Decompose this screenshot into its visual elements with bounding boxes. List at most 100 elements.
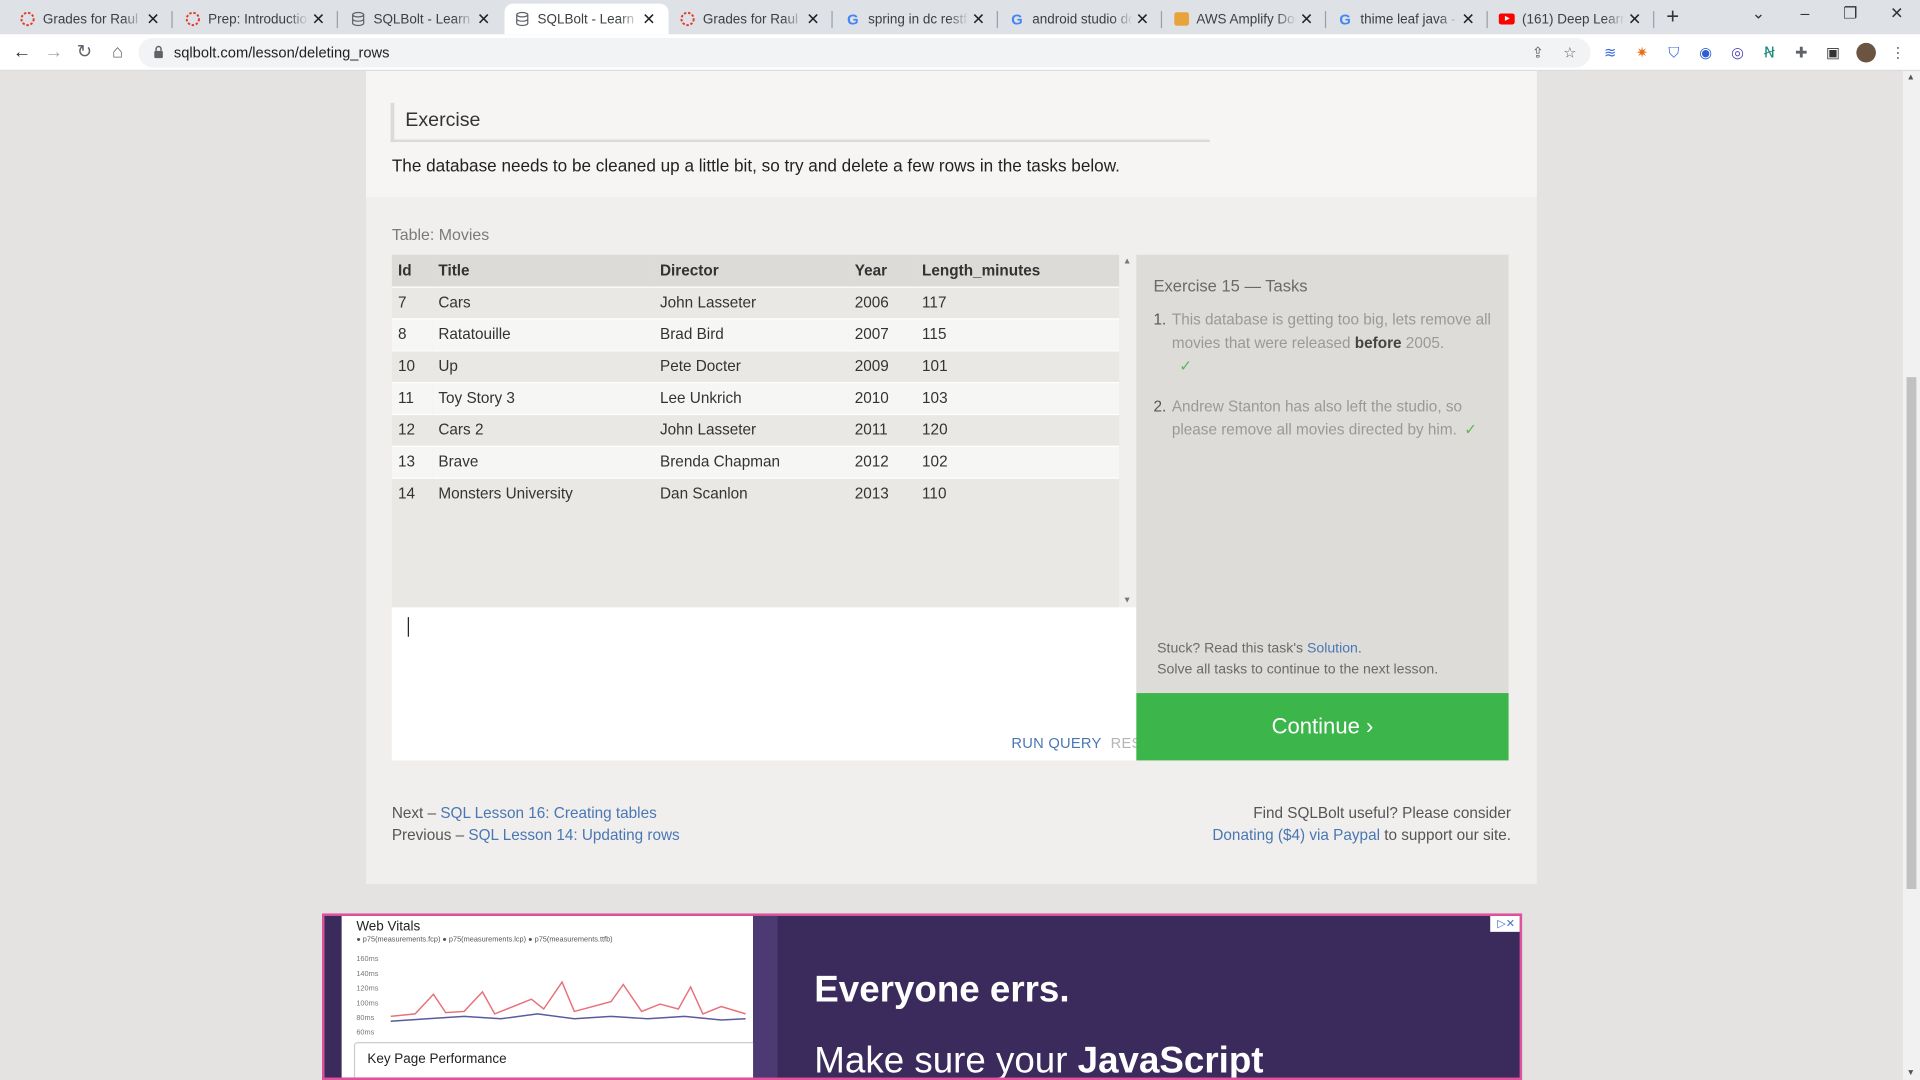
- minimize-icon[interactable]: –: [1787, 4, 1824, 22]
- table-cell: 2006: [848, 285, 916, 319]
- column-header: Id: [391, 254, 433, 287]
- task-number: 2.: [1153, 397, 1167, 416]
- column-header: Length_minutes: [915, 254, 1120, 287]
- back-icon[interactable]: ←: [10, 40, 34, 64]
- continue-button[interactable]: Continue ›: [1136, 693, 1509, 761]
- extension-sparkle-icon[interactable]: ✷: [1632, 43, 1652, 63]
- browser-tab[interactable]: Gspring in dc restful ✕: [835, 4, 998, 35]
- results-table-pane[interactable]: Id Title Director Year Length_minutes 7 Cars J…: [391, 254, 1120, 608]
- browser-tab[interactable]: AWS Amplify Docu✕: [1163, 4, 1327, 35]
- table-cell: 2012: [848, 445, 916, 478]
- tab-search-icon[interactable]: ⌄: [1740, 4, 1777, 24]
- next-lesson-link[interactable]: SQL Lesson 16: Creating tables: [440, 804, 656, 821]
- close-tab-icon[interactable]: ✕: [143, 9, 163, 29]
- ad-subpanel: Key Page Performance: [353, 1042, 761, 1078]
- scroll-down-arrow-icon[interactable]: ▼: [1123, 596, 1131, 605]
- browser-tab[interactable]: Grades for Raul Za✕: [670, 4, 833, 35]
- tab-title: AWS Amplify Docu: [1196, 11, 1296, 27]
- column-header: Title: [432, 254, 654, 287]
- new-tab-button[interactable]: +: [1660, 5, 1684, 29]
- ad-legend: ● p75(measurements.fcp) ● p75(measuremen…: [356, 936, 613, 945]
- previous-prefix: Previous –: [391, 826, 469, 844]
- table-row: 13 Brave Brenda Chapman 2012 102: [391, 445, 1120, 478]
- lesson-navigation: Next – SQL Lesson 16: Creating tables Pr…: [392, 802, 680, 846]
- run-query-button[interactable]: RUN QUERY: [1011, 735, 1101, 752]
- reload-icon[interactable]: ↻: [72, 40, 96, 64]
- extension-ring-icon[interactable]: ◎: [1728, 43, 1748, 63]
- home-icon[interactable]: ⌂: [105, 40, 129, 64]
- extension-circle-icon[interactable]: ◉: [1696, 43, 1716, 63]
- table-cell: 2007: [848, 317, 916, 351]
- page-scrollbar[interactable]: ▲ ▼: [1902, 71, 1920, 1080]
- adchoices-close-icon[interactable]: ▷✕: [1490, 915, 1520, 932]
- table-scrollbar[interactable]: ▲ ▼: [1119, 254, 1137, 608]
- restore-icon[interactable]: ❐: [1832, 4, 1869, 24]
- close-tab-icon[interactable]: ✕: [474, 9, 494, 29]
- forward-icon[interactable]: →: [42, 40, 66, 64]
- google-icon: G: [847, 10, 859, 28]
- table-cell: Brenda Chapman: [653, 445, 849, 478]
- table-row: 12 Cars 2 John Lasseter 2011 120: [391, 413, 1120, 446]
- table-cell: Pete Docter: [653, 349, 849, 383]
- ad-dashboard-image: Web Vitals ● p75(measurements.fcp) ● p75…: [341, 915, 761, 1078]
- profile-avatar[interactable]: [1856, 42, 1876, 63]
- table-cell: 2013: [848, 476, 916, 510]
- browser-tab[interactable]: SQLBolt - Learn SQ✕: [504, 3, 669, 35]
- close-tab-icon[interactable]: ✕: [1133, 9, 1153, 29]
- table-cell: Brad Bird: [653, 317, 849, 351]
- google-icon: G: [1339, 10, 1351, 28]
- browser-tab[interactable]: SQLBolt - Learn SQ✕: [340, 4, 503, 35]
- task-item: 1. This database is getting too big, lets…: [1153, 309, 1493, 379]
- tab-title: SQLBolt - Learn SQ: [373, 11, 473, 27]
- extension-n-icon[interactable]: Ꞥ: [1760, 43, 1780, 63]
- extension-shield-icon[interactable]: ⛉: [1664, 43, 1684, 63]
- close-tab-icon[interactable]: ✕: [1297, 9, 1317, 29]
- table-cell: Lee Unkrich: [653, 381, 849, 414]
- bookmark-star-icon[interactable]: ☆: [1560, 43, 1580, 63]
- table-cell: 102: [915, 445, 1120, 478]
- close-tab-icon[interactable]: ✕: [803, 9, 823, 29]
- close-tab-icon[interactable]: ✕: [1625, 9, 1645, 29]
- table-row: 11 Toy Story 3 Lee Unkrich 2010 103: [391, 381, 1120, 414]
- browser-tab[interactable]: Gthime leaf java - Go✕: [1327, 4, 1488, 35]
- task-list: 1. This database is getting too big, lets…: [1153, 309, 1493, 460]
- task-complete-check-icon: ✓: [1464, 421, 1478, 439]
- close-tab-icon[interactable]: ✕: [309, 9, 329, 29]
- canvas-icon: [680, 11, 696, 27]
- previous-lesson-link[interactable]: SQL Lesson 14: Updating rows: [468, 827, 679, 844]
- column-header: Year: [848, 254, 916, 287]
- tasks-heading: Exercise 15 — Tasks: [1153, 276, 1308, 296]
- share-icon[interactable]: ⇪: [1528, 43, 1548, 63]
- ad-subline-bold: JavaScript: [1077, 1040, 1264, 1080]
- url-text: sqlbolt.com/lesson/deleting_rows: [173, 44, 390, 62]
- table-cell: Up: [432, 349, 654, 383]
- ad-axis-tick: 60ms: [356, 1029, 375, 1038]
- table-row: 8 Ratatouille Brad Bird 2007 115: [391, 317, 1120, 351]
- solution-link[interactable]: Solution: [1307, 642, 1358, 657]
- ad-subline-pre: Make sure your: [814, 1040, 1078, 1080]
- extensions-puzzle-icon[interactable]: ✚: [1791, 43, 1811, 63]
- side-panel-icon[interactable]: ▣: [1823, 43, 1843, 63]
- close-tab-icon[interactable]: ✕: [639, 9, 659, 29]
- table-cell: 2009: [848, 349, 916, 383]
- exercise-intro: Exercise The database needs to be cleane…: [366, 71, 1537, 198]
- browser-tab[interactable]: Prep: Introduction ✕: [175, 4, 338, 35]
- browser-tab[interactable]: Gandroid studio doc ✕: [999, 4, 1163, 35]
- page-scrollbar-thumb[interactable]: [1906, 377, 1917, 889]
- browser-menu-icon[interactable]: ⋮: [1888, 43, 1908, 63]
- query-editor[interactable]: RUN QUERY RESET: [391, 607, 1161, 761]
- advertisement-banner[interactable]: Web Vitals ● p75(measurements.fcp) ● p75…: [322, 913, 1523, 1080]
- close-tab-icon[interactable]: ✕: [1458, 9, 1478, 29]
- browser-tab[interactable]: Grades for Raul Za✕: [10, 4, 173, 35]
- address-bar[interactable]: sqlbolt.com/lesson/deleting_rows ⇪ ☆: [138, 37, 1591, 68]
- page-scroll-up-icon[interactable]: ▲: [1907, 73, 1915, 82]
- extension-layers-icon[interactable]: ≋: [1600, 43, 1620, 63]
- close-window-icon[interactable]: ✕: [1878, 4, 1915, 24]
- task-text-end: 2005.: [1401, 334, 1445, 352]
- browser-tab[interactable]: (161) Deep Learnin✕: [1489, 4, 1655, 35]
- page-scroll-down-icon[interactable]: ▼: [1907, 1069, 1915, 1078]
- tab-strip: Grades for Raul Za✕Prep: Introduction✕SQ…: [0, 0, 1920, 35]
- scroll-up-arrow-icon[interactable]: ▲: [1123, 257, 1131, 266]
- donate-link[interactable]: Donating ($4) via Paypal: [1212, 827, 1380, 844]
- close-tab-icon[interactable]: ✕: [969, 9, 989, 29]
